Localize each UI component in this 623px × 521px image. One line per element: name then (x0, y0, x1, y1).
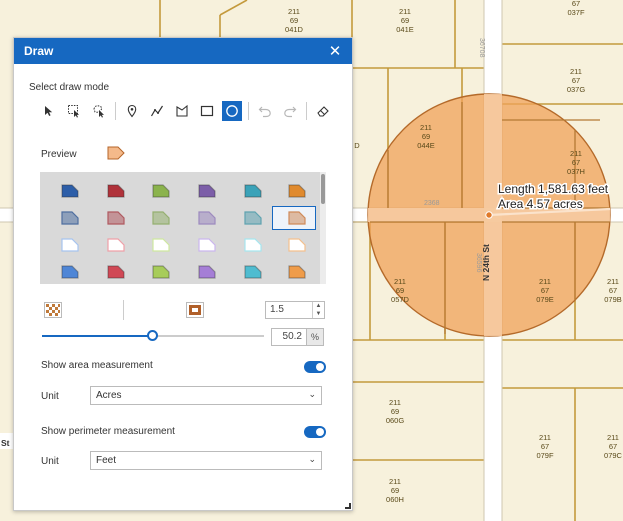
erase-button[interactable] (313, 101, 333, 121)
draw-toolbar (39, 100, 338, 122)
symbol-swatch[interactable] (243, 264, 263, 280)
symbol-swatch[interactable] (151, 264, 171, 280)
opacity-input[interactable]: 50.2 (271, 328, 307, 346)
symbol-swatch[interactable] (151, 183, 171, 199)
outline-width-stepper[interactable]: ▲ ▼ (312, 302, 324, 318)
polyline-tool[interactable] (147, 101, 167, 121)
symbol-swatch[interactable] (106, 237, 126, 253)
preview-label: Preview (41, 149, 77, 160)
perimeter-unit-select[interactable]: Feet ⌄ (90, 451, 322, 470)
select-draw-mode-label: Select draw mode (29, 82, 110, 93)
perimeter-unit-label: Unit (41, 456, 59, 467)
symbol-swatch[interactable] (287, 237, 307, 253)
close-icon[interactable]: ✕ (328, 42, 342, 60)
symbol-swatch[interactable] (106, 183, 126, 199)
chevron-down-icon: ⌄ (308, 389, 316, 399)
symbol-swatch[interactable] (197, 210, 217, 226)
parcel-label: D (354, 141, 360, 150)
symbol-swatch[interactable] (287, 264, 307, 280)
resize-handle[interactable] (345, 503, 351, 509)
circle-center-point (485, 211, 493, 219)
symbol-swatch[interactable] (106, 210, 126, 226)
panel-title: Draw (24, 44, 54, 58)
street-label-n-24th: N 24th St (481, 244, 491, 281)
toolbar-divider (248, 102, 249, 120)
show-area-measurement-label: Show area measurement (41, 360, 153, 371)
chevron-down-icon: ⌄ (308, 454, 316, 464)
point-tool[interactable] (122, 101, 142, 121)
rectangle-icon (200, 105, 214, 117)
symbol-gallery (40, 172, 326, 284)
panel-header: Draw ✕ (14, 38, 352, 64)
symbol-swatch[interactable] (197, 264, 217, 280)
symbol-swatch[interactable] (197, 237, 217, 253)
pointer-icon (45, 106, 53, 116)
rect-select-tool[interactable] (64, 101, 84, 121)
show-area-measurement-toggle[interactable] (304, 361, 326, 373)
symbol-swatch[interactable] (197, 183, 217, 199)
symbol-swatch[interactable] (243, 183, 263, 199)
lasso-select-tool[interactable] (89, 101, 109, 121)
area-unit-label: Unit (41, 391, 59, 402)
show-perimeter-measurement-toggle[interactable] (304, 426, 326, 438)
undo-button[interactable] (255, 101, 275, 121)
polygon-icon (176, 104, 188, 117)
symbol-swatch[interactable] (151, 210, 171, 226)
symbol-swatch[interactable] (287, 183, 307, 199)
toolbar-divider (306, 102, 307, 120)
length-measurement-label: Length 1,581.63 feet (498, 182, 609, 196)
perimeter-unit-value: Feet (96, 455, 117, 466)
street-label-2368: 2368 (424, 200, 440, 207)
draw-panel: Draw ✕ Select draw mode Preview 1.5 ▲ ▼ … (13, 37, 353, 511)
symbol-swatch[interactable] (243, 210, 263, 226)
polygon-tool[interactable] (172, 101, 192, 121)
outline-color-icon[interactable] (186, 302, 204, 318)
opacity-slider-thumb[interactable] (147, 330, 159, 341)
lasso-icon (93, 105, 104, 118)
circle-tool[interactable] (222, 101, 242, 121)
symbol-swatch[interactable] (60, 210, 80, 226)
eraser-icon (317, 106, 329, 117)
area-unit-value: Acres (96, 390, 122, 401)
style-divider (123, 300, 124, 320)
opacity-slider-fill (42, 335, 154, 337)
redo-icon (284, 106, 297, 118)
symbol-gallery-scroll-thumb[interactable] (321, 174, 325, 204)
area-measurement-label: Area 4.57 acres (498, 197, 583, 211)
fill-pattern-icon[interactable] (44, 302, 62, 318)
symbol-swatch[interactable] (151, 237, 171, 253)
symbol-swatch[interactable] (287, 210, 307, 226)
polyline-icon (150, 105, 164, 117)
opacity-unit-label: % (306, 328, 324, 346)
street-label-36708: 36708 (478, 38, 485, 58)
pin-icon (127, 104, 137, 118)
symbol-swatch[interactable] (60, 183, 80, 199)
redo-button[interactable] (280, 101, 300, 121)
select-tool[interactable] (39, 101, 59, 121)
rectangle-tool[interactable] (197, 101, 217, 121)
street-label-st-fragment: St (1, 438, 10, 448)
show-perimeter-measurement-label: Show perimeter measurement (41, 426, 175, 437)
symbol-swatch[interactable] (243, 237, 263, 253)
circle-icon (226, 105, 238, 117)
symbol-swatch[interactable] (60, 264, 80, 280)
area-unit-select[interactable]: Acres ⌄ (90, 386, 322, 405)
preview-symbol-icon (107, 146, 125, 160)
toolbar-divider (115, 102, 116, 120)
rect-select-icon (68, 105, 79, 118)
symbol-swatch[interactable] (106, 264, 126, 280)
symbol-swatch[interactable] (60, 237, 80, 253)
undo-icon (258, 106, 271, 118)
